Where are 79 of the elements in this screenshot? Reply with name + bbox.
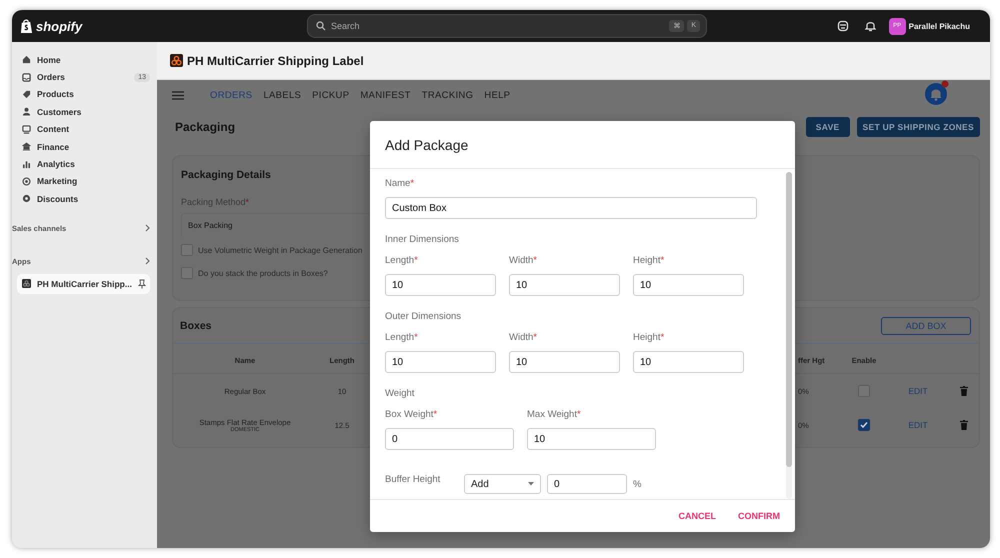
enable-checkbox[interactable] [858, 419, 870, 431]
number-input[interactable]: 10 [633, 274, 744, 296]
notification-bell-icon[interactable] [925, 80, 951, 106]
dialog-title: Add Package [385, 136, 468, 152]
field-label: Length* [385, 255, 418, 266]
app-logo-icon [22, 279, 31, 288]
number-input[interactable]: 10 [509, 351, 620, 373]
sidebar-item[interactable]: Marketing [22, 172, 150, 190]
nav-tab[interactable]: LABELS [263, 90, 302, 101]
checkbox[interactable] [181, 267, 193, 279]
checkbox-label: Do you stack the products in Boxes? [198, 268, 328, 278]
mode-dropdown[interactable]: Add [464, 474, 541, 494]
section-title: Outer Dimensions [385, 311, 462, 322]
target-icon [22, 176, 31, 186]
home-icon [22, 55, 31, 64]
shopping-bag-icon[interactable] [20, 18, 33, 34]
sidebar-item[interactable]: Analytics [22, 155, 150, 173]
name-input[interactable]: Custom Box [385, 197, 757, 219]
sidebar-item[interactable]: Home [22, 51, 150, 68]
page-title: Packaging [175, 120, 236, 134]
field-label: Name* [385, 178, 414, 189]
unit-label: % [633, 478, 642, 490]
sidebar-item[interactable]: Products [22, 86, 150, 104]
app-logo-icon [170, 54, 183, 67]
scrollbar[interactable] [786, 172, 792, 499]
field-label: Height* [633, 255, 664, 266]
section-title: Inner Dimensions [385, 234, 459, 245]
field-label: Max Weight* [527, 409, 581, 420]
monitor-icon [22, 124, 31, 134]
pin-icon[interactable] [138, 278, 146, 289]
nav-tab[interactable]: TRACKING [422, 90, 474, 101]
bell-icon[interactable] [864, 20, 876, 32]
inbox-icon [22, 72, 31, 82]
sidebar-item[interactable]: Customers [22, 103, 150, 121]
field-label: Box Weight* [385, 409, 438, 420]
number-input[interactable]: 0 [385, 428, 514, 450]
buffer-input[interactable]: 0 [547, 474, 627, 494]
dialog-button[interactable]: CONFIRM [738, 511, 780, 521]
sidebar-item[interactable]: Content [22, 120, 150, 138]
number-input[interactable]: 10 [527, 428, 656, 450]
sidebar-item[interactable]: Finance [22, 138, 150, 156]
nav-tab[interactable]: HELP [484, 90, 510, 101]
bar-chart-icon [22, 160, 31, 169]
field-label: Buffer Height [385, 474, 442, 485]
enable-checkbox[interactable] [858, 385, 870, 397]
sidebar-item[interactable]: Discounts [22, 190, 150, 208]
header-button[interactable]: SET UP SHIPPING ZONES [856, 117, 980, 137]
trash-icon[interactable] [960, 420, 968, 430]
number-input[interactable]: 10 [509, 274, 620, 296]
checkbox[interactable] [181, 244, 193, 256]
field-label: Length* [385, 332, 418, 343]
logo-text[interactable]: shopify [36, 18, 82, 34]
chevron-right-icon [145, 257, 150, 266]
number-input[interactable]: 10 [385, 351, 496, 373]
header-button[interactable]: SAVE [806, 117, 850, 137]
app-item[interactable]: PH MultiCarrier Shipp... [17, 274, 150, 294]
section-title: Weight [385, 388, 414, 399]
person-icon [22, 107, 31, 116]
field-label: Height* [633, 332, 664, 343]
card-title: Boxes [180, 320, 212, 332]
trash-icon[interactable] [960, 386, 968, 396]
checkbox-label: Use Volumetric Weight in Package Generation [198, 246, 362, 254]
caret-icon [528, 482, 534, 486]
menu-icon[interactable] [172, 91, 184, 100]
user-name[interactable]: Parallel Pikachu [908, 22, 970, 30]
search-field[interactable]: Search [331, 21, 664, 31]
field-label: Width* [509, 255, 537, 266]
chevron-right-icon [145, 224, 150, 232]
app-title: PH MultiCarrier Shipping Label [187, 54, 364, 68]
number-input[interactable]: 10 [385, 274, 496, 296]
card-title: Packaging Details [181, 169, 271, 181]
nav-tab[interactable]: MANIFEST [360, 90, 411, 101]
search-icon [316, 21, 326, 31]
nav-tab[interactable]: PICKUP [312, 90, 350, 101]
dialog-button[interactable]: CANCEL [678, 511, 716, 521]
bank-icon [22, 142, 31, 152]
field-label: Width* [509, 332, 537, 343]
number-input[interactable]: 10 [633, 351, 744, 373]
tag-icon [22, 90, 31, 99]
